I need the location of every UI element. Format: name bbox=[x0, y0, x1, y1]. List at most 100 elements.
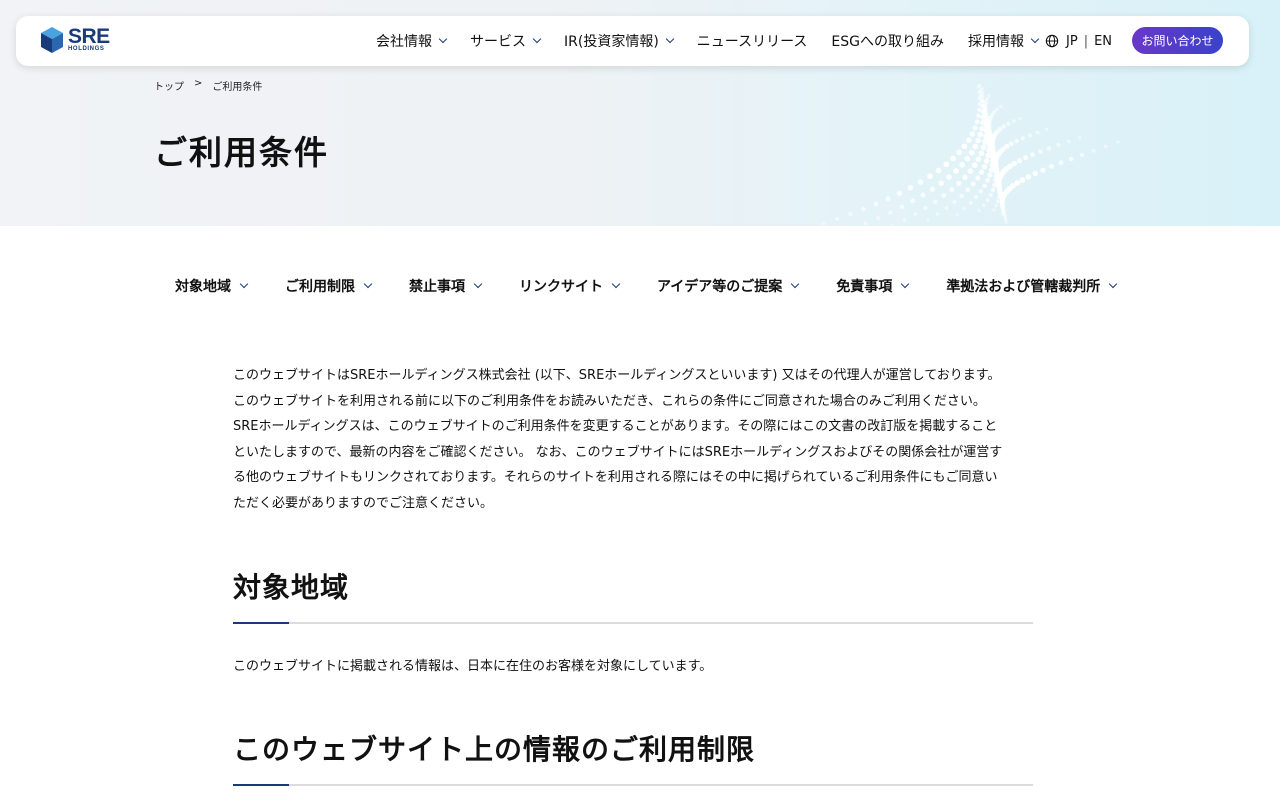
decorative-dot bbox=[1020, 136, 1025, 141]
decorative-dot bbox=[1027, 133, 1032, 138]
anchor-label: 禁止事項 bbox=[409, 279, 465, 295]
decorative-dot bbox=[1011, 119, 1016, 123]
decorative-dot bbox=[990, 187, 996, 193]
decorative-dot bbox=[907, 185, 914, 191]
nav-recruit[interactable]: 採用情報 bbox=[968, 31, 1040, 51]
decorative-dot bbox=[1008, 141, 1014, 147]
decorative-dot bbox=[978, 189, 984, 194]
decorative-dot bbox=[1058, 160, 1064, 166]
decorative-dot bbox=[985, 177, 991, 183]
decorative-dot bbox=[944, 206, 949, 210]
decorative-dot bbox=[1049, 163, 1055, 170]
anchor-label: 対象地域 bbox=[175, 279, 231, 295]
decorative-dot bbox=[980, 90, 984, 95]
decorative-dot bbox=[1046, 146, 1052, 151]
section-body-target-region: このウェブサイトに掲載される情報は、日本に在住のお客様を対象にしています。 bbox=[233, 659, 713, 674]
decorative-dot bbox=[974, 194, 979, 200]
anchor-idea-proposals[interactable]: アイデア等のご提案 bbox=[657, 276, 800, 296]
chevron-down-icon bbox=[611, 279, 621, 289]
decorative-dot bbox=[978, 169, 985, 175]
intro-line: といたしますので、最新の内容をご確認ください。 なお、このウェブサイトにはSRE… bbox=[233, 444, 1003, 460]
anchor-label: アイデア等のご提案 bbox=[657, 279, 783, 295]
chevron-down-icon bbox=[665, 34, 675, 44]
decorative-dot bbox=[992, 208, 996, 212]
decorative-dot bbox=[975, 156, 982, 163]
decorative-dot bbox=[992, 110, 997, 115]
decorative-dot bbox=[1025, 174, 1032, 180]
anchor-governing-law[interactable]: 準拠法および管轄裁判所 bbox=[946, 276, 1118, 296]
decorative-dot bbox=[941, 193, 947, 198]
decorative-dot bbox=[1030, 152, 1035, 158]
decorative-dot bbox=[980, 86, 984, 91]
nav-ir[interactable]: IR(投資家情報) bbox=[564, 31, 675, 51]
decorative-dot bbox=[876, 216, 881, 221]
decorative-dot bbox=[946, 174, 952, 180]
anchor-target-region[interactable]: 対象地域 bbox=[175, 276, 249, 296]
decorative-dot bbox=[985, 97, 989, 102]
decorative-dot bbox=[1077, 136, 1082, 140]
anchor-disclaimer[interactable]: 免責事項 bbox=[836, 276, 910, 296]
chevron-down-icon bbox=[1109, 279, 1118, 289]
chevron-down-icon bbox=[532, 34, 542, 44]
decorative-dot bbox=[975, 175, 981, 181]
contact-button[interactable]: お問い合わせ bbox=[1132, 27, 1223, 54]
decorative-dot bbox=[977, 209, 981, 213]
anchor-label: ご利用制限 bbox=[285, 279, 355, 295]
logo-text: SRE bbox=[68, 25, 110, 48]
nav-services[interactable]: サービス bbox=[470, 31, 542, 51]
anchor-link-sites[interactable]: リンクサイト bbox=[519, 276, 621, 296]
nav-label: ESGへの取り組み bbox=[831, 34, 944, 50]
nav-company-info[interactable]: 会社情報 bbox=[376, 31, 448, 51]
decorative-dot bbox=[997, 126, 1003, 132]
decorative-dot bbox=[977, 131, 984, 138]
decorative-dot bbox=[982, 183, 987, 189]
decorative-dot bbox=[873, 201, 879, 207]
decorative-dot bbox=[1068, 156, 1074, 162]
decorative-dot bbox=[995, 199, 1000, 204]
section-title-usage-restriction: このウェブサイト上の情報のご利用制限 bbox=[233, 733, 756, 766]
decorative-dot bbox=[1091, 148, 1096, 153]
decorative-dot bbox=[1116, 140, 1120, 144]
intro-text: このウェブサイトはSREホールディングス株式会社 (以下、SREホールディングス… bbox=[233, 363, 1033, 517]
breadcrumb-home-link[interactable]: トップ bbox=[154, 78, 184, 93]
decorative-dot bbox=[1044, 127, 1049, 132]
lang-en-link[interactable]: EN bbox=[1094, 34, 1112, 49]
chevron-down-icon bbox=[791, 279, 800, 289]
anchor-prohibited[interactable]: 禁止事項 bbox=[409, 276, 483, 296]
section-divider-accent bbox=[233, 784, 289, 786]
decorative-dot bbox=[1035, 130, 1040, 135]
chevron-down-icon bbox=[363, 279, 373, 289]
anchor-usage-restriction[interactable]: ご利用制限 bbox=[285, 276, 373, 296]
decorative-dot bbox=[977, 83, 982, 88]
decorative-dot bbox=[1056, 142, 1061, 147]
nav-news-release[interactable]: ニュースリリース bbox=[697, 31, 808, 51]
anchor-label: リンクサイト bbox=[519, 279, 603, 295]
decorative-dot bbox=[920, 192, 926, 198]
logo[interactable]: SRE HOLDINGS bbox=[40, 26, 110, 56]
decorative-dot bbox=[968, 149, 975, 156]
decorative-dot bbox=[952, 199, 957, 204]
section-divider bbox=[233, 622, 1033, 624]
decorative-dot bbox=[980, 94, 985, 99]
breadcrumb-separator: > bbox=[194, 78, 203, 89]
anchor-nav: 対象地域 ご利用制限 禁止事項 リンクサイト アイデア等のご提案 免責事項 準拠… bbox=[175, 276, 1154, 296]
decorative-dot bbox=[970, 181, 976, 187]
decorative-dot bbox=[962, 206, 967, 211]
decorative-dot bbox=[976, 113, 981, 119]
lang-jp-link[interactable]: JP bbox=[1066, 34, 1078, 49]
decorative-dot bbox=[848, 212, 853, 217]
decorative-dot bbox=[938, 180, 944, 186]
decorative-dot bbox=[1032, 170, 1039, 177]
decorative-dot bbox=[975, 137, 982, 144]
decorative-dot bbox=[980, 144, 987, 151]
anchor-label: 準拠法および管轄裁判所 bbox=[946, 279, 1101, 295]
intro-line: このウェブサイトを利用される前に以下のご利用条件をお読みいただき、これらの条件に… bbox=[233, 393, 986, 409]
decorative-dot bbox=[981, 163, 988, 170]
intro-line: このウェブサイトはSREホールディングス株式会社 (以下、SREホールディングス… bbox=[233, 368, 1001, 383]
decorative-dot bbox=[964, 155, 971, 162]
nav-esg[interactable]: ESGへの取り組み bbox=[831, 31, 944, 51]
decorative-dot bbox=[888, 210, 893, 215]
decorative-dot bbox=[902, 218, 907, 222]
language-switcher: JP | EN bbox=[1045, 16, 1112, 66]
decorative-dot bbox=[917, 179, 924, 185]
